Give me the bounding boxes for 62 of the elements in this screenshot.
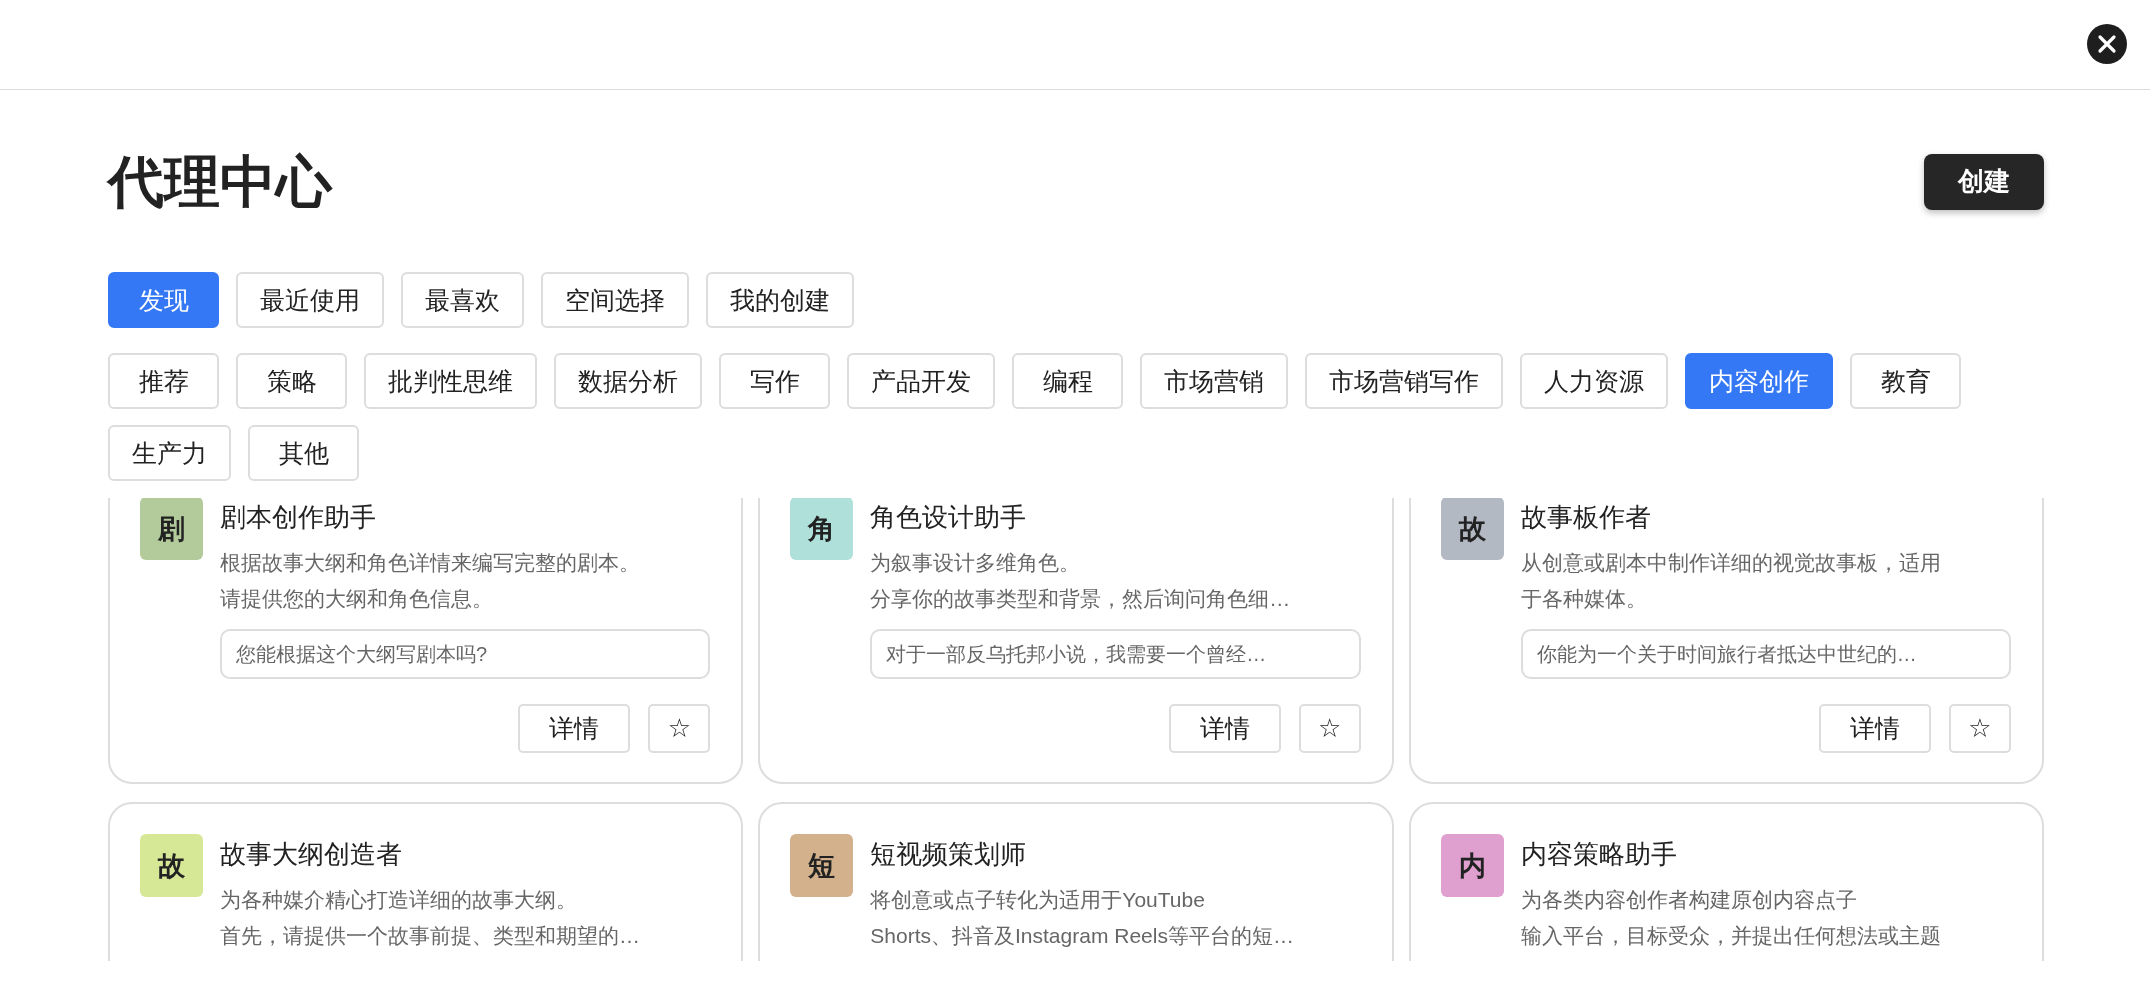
- category-tab[interactable]: 生产力: [108, 425, 231, 481]
- category-tab[interactable]: 批判性思维: [364, 353, 537, 409]
- tab[interactable]: 最喜欢: [401, 272, 524, 328]
- tab[interactable]: 最近使用: [236, 272, 384, 328]
- category-tab[interactable]: 编程: [1012, 353, 1123, 409]
- category-tab[interactable]: 市场营销写作: [1305, 353, 1503, 409]
- agent-card[interactable]: 内 内容策略助手 为各类内容创作者构建原创内容点子 输入平台，目标受众，并提出任何想法或主题: [1408, 802, 2044, 961]
- agent-avatar: 短: [790, 834, 854, 897]
- category-tab[interactable]: 策略: [236, 353, 347, 409]
- agent-description: 为叙事设计多维角色。: [870, 550, 1082, 576]
- prompt-field[interactable]: 您能根据这个大纲写剧本吗?: [220, 629, 711, 679]
- agent-description: 将创意或点子转化为适用于YouTube: [870, 887, 1206, 913]
- tab[interactable]: 发现: [108, 272, 219, 328]
- category-tab[interactable]: 产品开发: [847, 353, 995, 409]
- agent-avatar: 故: [1440, 498, 1504, 560]
- prompt-field[interactable]: 对于一部反乌托邦小说，我需要一个曾经…: [870, 629, 1361, 679]
- page-title: 代理中心: [108, 149, 332, 214]
- details-button[interactable]: 详情: [1168, 704, 1281, 753]
- details-button[interactable]: 详情: [1819, 704, 1931, 753]
- agent-description: 从创意或剧本中制作详细的视觉故事板，适用: [1520, 550, 1942, 576]
- agent-description: Shorts、抖音及Instagram Reels等平台的短…: [870, 923, 1295, 949]
- agent-card[interactable]: 角 角色设计助手 为叙事设计多维角色。 分享你的故事类型和背景，然后询问角色细… 对于一部反乌托邦小说，我需要一个曾经… 详情 ☆: [758, 498, 1394, 784]
- agent-name: 内容策略助手: [1520, 838, 1678, 871]
- prompt-field[interactable]: 你能为一个关于时间旅行者抵达中世纪的…: [1520, 629, 2011, 679]
- agent-avatar: 角: [790, 498, 854, 560]
- favorite-button[interactable]: ☆: [648, 704, 711, 753]
- agent-name: 角色设计助手: [870, 501, 1028, 534]
- close-button[interactable]: [2087, 23, 2127, 64]
- agent-card[interactable]: 短 短视频策划师 将创意或点子转化为适用于YouTube Shorts、抖音及Instagram Reels等平台的短…: [758, 802, 1394, 961]
- category-tab[interactable]: 人力资源: [1520, 353, 1668, 409]
- agent-card[interactable]: 故 故事板作者 从创意或剧本中制作详细的视觉故事板，适用 于各种媒体。 你能为一个关于时间旅行者抵达中世纪的… 详情 ☆: [1408, 498, 2044, 784]
- category-tab[interactable]: 数据分析: [554, 353, 702, 409]
- category-tab[interactable]: 教育: [1850, 353, 1961, 409]
- category-tab[interactable]: 推荐: [108, 353, 219, 409]
- agent-avatar: 剧: [140, 498, 203, 560]
- agent-name: 剧本创作助手: [220, 501, 377, 534]
- tab[interactable]: 我的创建: [706, 272, 854, 328]
- agent-description: 首先，请提供一个故事前提、类型和期望的…: [220, 923, 641, 949]
- favorite-button[interactable]: ☆: [1949, 704, 2011, 753]
- category-tab[interactable]: 内容创作: [1685, 353, 1833, 409]
- agent-name: 故事板作者: [1520, 501, 1652, 534]
- create-button[interactable]: 创建: [1924, 153, 2044, 210]
- agent-card[interactable]: 故 故事大纲创造者 为各种媒介精心打造详细的故事大纲。 首先，请提供一个故事前提、类型和期望的…: [108, 802, 744, 961]
- agent-description: 于各种媒体。: [1520, 586, 1648, 612]
- agent-description: 为各种媒介精心打造详细的故事大纲。: [220, 887, 578, 913]
- agent-card[interactable]: 剧 剧本创作助手 根据故事大纲和角色详情来编写完整的剧本。 请提供您的大纲和角色信息。 您能根据这个大纲写剧本吗? 详情 ☆: [108, 498, 744, 784]
- agent-description: 输入平台，目标受众，并提出任何想法或主题: [1520, 923, 1942, 949]
- category-tab[interactable]: 写作: [719, 353, 830, 409]
- agent-name: 短视频策划师: [870, 838, 1028, 871]
- tab[interactable]: 空间选择: [541, 272, 689, 328]
- agent-description: 分享你的故事类型和背景，然后询问角色细…: [870, 586, 1292, 612]
- agent-description: 根据故事大纲和角色详情来编写完整的剧本。: [220, 550, 641, 576]
- agent-name: 故事大纲创造者: [220, 838, 403, 871]
- close-icon: [2087, 23, 2127, 64]
- category-tab[interactable]: 市场营销: [1140, 353, 1288, 409]
- agent-description: 为各类内容创作者构建原创内容点子: [1520, 887, 1858, 913]
- details-button[interactable]: 详情: [518, 704, 631, 753]
- category-tab[interactable]: 其他: [248, 425, 359, 481]
- agent-avatar: 故: [140, 834, 203, 897]
- agent-description: 请提供您的大纲和角色信息。: [220, 586, 494, 612]
- favorite-button[interactable]: ☆: [1298, 704, 1361, 753]
- agent-avatar: 内: [1440, 834, 1504, 897]
